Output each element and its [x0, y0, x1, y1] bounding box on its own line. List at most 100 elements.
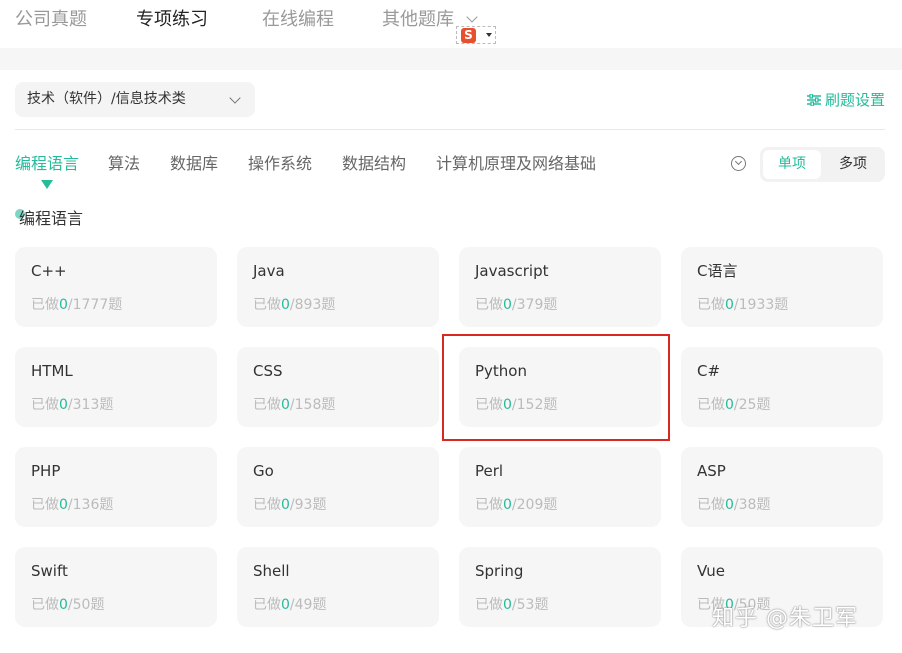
- sub-tab-database[interactable]: 数据库: [170, 154, 218, 174]
- progress-text: 已做0/49题: [253, 595, 326, 615]
- progress-suffix: 题: [108, 297, 123, 313]
- progress-prefix: 已做: [697, 497, 725, 513]
- language-card[interactable]: C# 已做0/25题: [681, 347, 883, 427]
- language-name: Perl: [475, 462, 504, 480]
- top-tab-online-coding[interactable]: 在线编程: [262, 8, 334, 32]
- total-count: /25: [733, 397, 757, 413]
- done-count: 0: [281, 297, 290, 313]
- language-card[interactable]: C语言 已做0/1933题: [681, 247, 883, 327]
- top-tab-company[interactable]: 公司真题: [15, 8, 87, 32]
- language-name: Java: [253, 262, 285, 280]
- language-card[interactable]: Go 已做0/93题: [237, 447, 439, 527]
- language-card[interactable]: HTML 已做0/313题: [15, 347, 217, 427]
- top-tab-label: 公司真题: [15, 9, 87, 30]
- language-card[interactable]: PHP 已做0/136题: [15, 447, 217, 527]
- progress-suffix: 题: [543, 397, 558, 413]
- total-count: /313: [67, 397, 100, 413]
- progress-suffix: 题: [756, 497, 771, 513]
- multi-choice-button[interactable]: 多项: [824, 150, 882, 179]
- progress-suffix: 题: [99, 397, 114, 413]
- progress-prefix: 已做: [475, 297, 503, 313]
- progress-text: 已做0/893题: [253, 295, 335, 315]
- ime-toolbar[interactable]: S: [456, 26, 496, 44]
- language-card[interactable]: CSS 已做0/158题: [237, 347, 439, 427]
- language-card[interactable]: C++ 已做0/1777题: [15, 247, 217, 327]
- progress-text: 已做0/53题: [475, 595, 548, 615]
- total-count: /136: [67, 497, 100, 513]
- language-card[interactable]: Java 已做0/893题: [237, 247, 439, 327]
- language-card[interactable]: ASP 已做0/38题: [681, 447, 883, 527]
- chevron-down-icon: [466, 11, 478, 23]
- progress-suffix: 题: [543, 297, 558, 313]
- done-count: 0: [725, 497, 734, 513]
- settings-label: 刷题设置: [824, 91, 885, 109]
- total-count: /50: [67, 597, 91, 613]
- category-value: 技术（软件）/信息技术类: [27, 91, 186, 107]
- done-count: 0: [503, 597, 512, 613]
- progress-text: 已做0/136题: [31, 495, 113, 515]
- total-count: /209: [511, 497, 544, 513]
- progress-prefix: 已做: [253, 297, 281, 313]
- language-card[interactable]: Python 已做0/152题: [459, 347, 661, 427]
- progress-suffix: 题: [774, 297, 789, 313]
- language-name: Vue: [697, 562, 725, 580]
- progress-suffix: 题: [321, 397, 336, 413]
- top-nav: 公司真题 专项练习 在线编程 其他题库 S: [0, 0, 902, 48]
- single-choice-button[interactable]: 单项: [763, 150, 821, 179]
- top-tab-special[interactable]: 专项练习: [136, 8, 208, 32]
- done-count: 0: [59, 597, 68, 613]
- progress-prefix: 已做: [697, 397, 725, 413]
- language-name: Spring: [475, 562, 524, 580]
- language-name: Shell: [253, 562, 290, 580]
- language-name: Javascript: [475, 262, 549, 280]
- total-count: /1933: [733, 297, 775, 313]
- total-count: /379: [511, 297, 544, 313]
- category-dropdown[interactable]: 技术（软件）/信息技术类: [15, 82, 255, 117]
- progress-text: 已做0/38题: [697, 495, 770, 515]
- language-card[interactable]: Swift 已做0/50题: [15, 547, 217, 627]
- practice-panel: 技术（软件）/信息技术类 刷题设置 编程语言 算法 数据库 操作系统 数据结构 …: [0, 70, 902, 653]
- done-count: 0: [59, 397, 68, 413]
- progress-prefix: 已做: [31, 397, 59, 413]
- progress-text: 已做0/209题: [475, 495, 557, 515]
- progress-suffix: 题: [534, 597, 549, 613]
- language-name: C++: [31, 262, 67, 280]
- progress-suffix: 题: [90, 597, 105, 613]
- progress-suffix: 题: [312, 497, 327, 513]
- sliders-icon: [806, 94, 821, 106]
- progress-text: 已做0/50题: [31, 595, 104, 615]
- language-card[interactable]: Javascript 已做0/379题: [459, 247, 661, 327]
- practice-settings-link[interactable]: 刷题设置: [806, 90, 885, 110]
- progress-prefix: 已做: [253, 597, 281, 613]
- progress-text: 已做0/1933题: [697, 295, 788, 315]
- progress-prefix: 已做: [31, 297, 59, 313]
- section-title: 编程语言: [19, 209, 84, 228]
- language-card[interactable]: Perl 已做0/209题: [459, 447, 661, 527]
- sub-tab-computer-principles[interactable]: 计算机原理及网络基础: [436, 154, 596, 174]
- total-count: /158: [289, 397, 322, 413]
- sub-tab-programming-language[interactable]: 编程语言: [15, 154, 79, 174]
- progress-text: 已做0/1777题: [31, 295, 122, 315]
- progress-prefix: 已做: [475, 397, 503, 413]
- language-card[interactable]: Spring 已做0/53题: [459, 547, 661, 627]
- total-count: /38: [733, 497, 757, 513]
- caret-down-icon: [486, 33, 492, 37]
- done-count: 0: [725, 397, 734, 413]
- done-count: 0: [281, 597, 290, 613]
- done-count: 0: [59, 497, 68, 513]
- language-name: HTML: [31, 362, 73, 380]
- sub-tab-data-structure[interactable]: 数据结构: [342, 154, 406, 174]
- expand-icon[interactable]: [731, 156, 746, 171]
- sub-tab-operating-system[interactable]: 操作系统: [248, 154, 312, 174]
- progress-prefix: 已做: [31, 497, 59, 513]
- progress-suffix: 题: [756, 397, 771, 413]
- language-card[interactable]: Shell 已做0/49题: [237, 547, 439, 627]
- language-name: Python: [475, 362, 527, 380]
- progress-suffix: 题: [99, 497, 114, 513]
- language-name: CSS: [253, 362, 283, 380]
- done-count: 0: [281, 497, 290, 513]
- progress-suffix: 题: [312, 597, 327, 613]
- progress-text: 已做0/313题: [31, 395, 113, 415]
- sub-tab-algorithm[interactable]: 算法: [108, 154, 140, 174]
- progress-text: 已做0/152题: [475, 395, 557, 415]
